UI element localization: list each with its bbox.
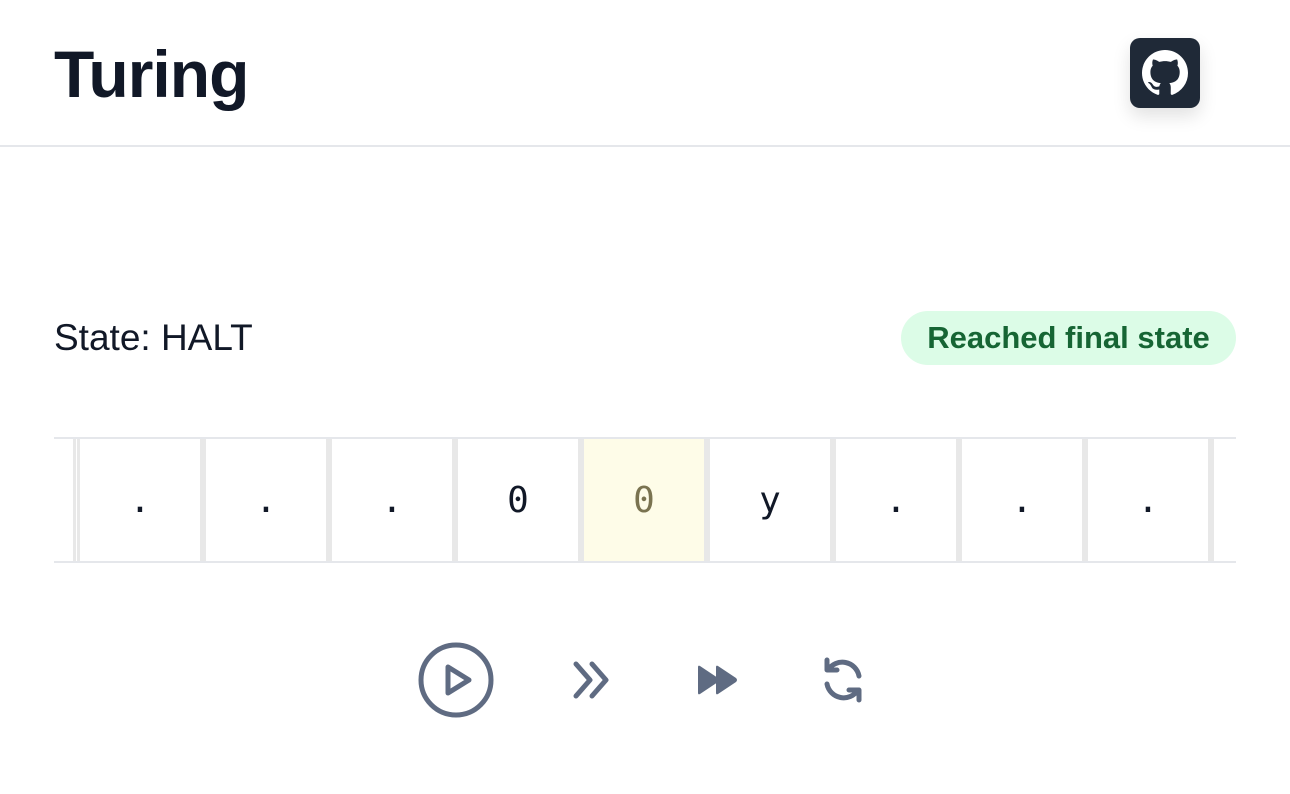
state-label: State: HALT <box>54 317 253 358</box>
controls-bar <box>0 640 1290 720</box>
play-circle-icon <box>418 642 494 718</box>
reset-icon <box>824 657 862 703</box>
tape-cell: . <box>1085 439 1211 561</box>
github-button[interactable] <box>1130 38 1200 108</box>
tape-cell: 0 <box>455 439 581 561</box>
fast-forward-icon <box>698 665 737 695</box>
tape-cell: . <box>77 439 203 561</box>
tape-cell <box>1211 439 1236 561</box>
tape-cell: . <box>959 439 1085 561</box>
reset-button[interactable] <box>818 654 868 706</box>
app-header: Turing <box>0 0 1290 147</box>
tape-cell-head: 0 <box>581 439 707 561</box>
github-icon <box>1142 50 1188 95</box>
fast-forward-button[interactable] <box>692 662 744 698</box>
tape: . . . 0 0 y . . . <box>54 437 1236 563</box>
tape-cell: . <box>833 439 959 561</box>
tape-cell: y <box>707 439 833 561</box>
step-button[interactable] <box>566 658 618 702</box>
step-forward-icon <box>573 661 609 699</box>
tape-cell: . <box>329 439 455 561</box>
tape-cell: . <box>203 439 329 561</box>
tape-cell <box>54 439 76 561</box>
app-title: Turing <box>54 37 249 111</box>
status-badge: Reached final state <box>901 311 1236 365</box>
play-button[interactable] <box>416 640 496 720</box>
